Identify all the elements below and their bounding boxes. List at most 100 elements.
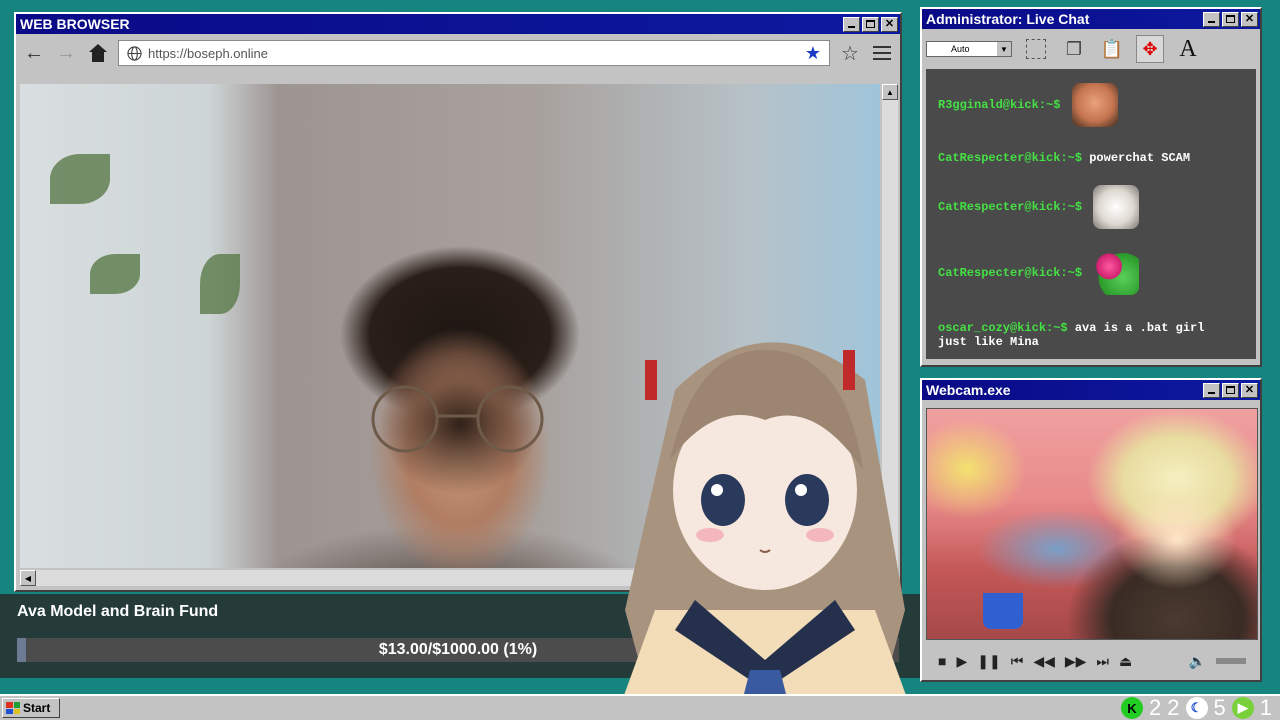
tray-count: 2 bbox=[1167, 695, 1180, 720]
hamburger-menu-icon bbox=[873, 46, 891, 60]
webcam-title: Webcam.exe bbox=[926, 382, 1011, 398]
start-label: Start bbox=[23, 701, 51, 715]
browser-navbar: ← → https://boseph.online ★ ☆ bbox=[16, 34, 900, 72]
plant-leaf bbox=[200, 254, 240, 314]
home-icon bbox=[89, 44, 107, 62]
maximize-button[interactable] bbox=[1222, 11, 1239, 27]
glasses-icon bbox=[371, 385, 544, 453]
minimize-button[interactable] bbox=[843, 16, 860, 32]
move-tool-button[interactable]: ✥ bbox=[1136, 35, 1164, 63]
fast-forward-icon[interactable]: ▶▶ bbox=[1065, 653, 1087, 670]
copy-icon: ❐ bbox=[1065, 38, 1083, 59]
chat-username: CatRespecter@kick:~$ bbox=[938, 151, 1083, 165]
minimize-button[interactable] bbox=[1203, 382, 1220, 398]
favorites-button[interactable]: ☆ bbox=[838, 41, 862, 65]
paste-icon: 📋 bbox=[1100, 38, 1124, 59]
close-icon: ✕ bbox=[1244, 383, 1255, 396]
maximize-icon bbox=[866, 20, 875, 28]
surprised-face-emote bbox=[1071, 83, 1118, 127]
webcam-window: Webcam.exe ✕ ■ ▶ ❚❚ ⏮ ◀◀ ▶▶ ⏭ ⏏ 🔈 bbox=[920, 378, 1262, 682]
frog-emote bbox=[1093, 251, 1140, 295]
windows-logo-icon bbox=[6, 702, 20, 714]
close-button[interactable]: ✕ bbox=[1241, 382, 1258, 398]
close-icon: ✕ bbox=[884, 17, 895, 30]
play-circle-icon[interactable]: ▶ bbox=[1231, 697, 1254, 719]
chat-username: CatRespecter@kick:~$ bbox=[938, 266, 1083, 281]
taskbar: Start K 2 2 ☾ 5 ▶ 1 bbox=[0, 694, 1280, 720]
skip-forward-icon[interactable]: ⏭ bbox=[1096, 653, 1109, 670]
chat-message: CatRespecter@kick:~$ powerchat SCAM bbox=[938, 151, 1190, 165]
paste-tool-button[interactable]: 📋 bbox=[1098, 35, 1126, 63]
scroll-left-icon[interactable]: ◀ bbox=[20, 570, 36, 586]
fund-title: Ava Model and Brain Fund bbox=[17, 603, 219, 620]
home-button[interactable] bbox=[86, 41, 110, 65]
chat-message: CatRespecter@kick:~$ bbox=[938, 251, 1140, 295]
marquee-select-icon bbox=[1026, 39, 1046, 59]
skip-back-icon[interactable]: ⏮ bbox=[1011, 653, 1024, 670]
browser-titlebar[interactable]: WEB BROWSER ✕ bbox=[16, 14, 900, 34]
chat-text: powerchat SCAM bbox=[1089, 151, 1191, 165]
bookmark-star-icon[interactable]: ★ bbox=[805, 43, 821, 64]
chat-title: Administrator: Live Chat bbox=[926, 11, 1090, 27]
chat-username: CatRespecter@kick:~$ bbox=[938, 200, 1083, 215]
tray-count: 1 bbox=[1259, 695, 1272, 720]
chat-username: R3gginald@kick:~$ bbox=[938, 98, 1061, 113]
chevron-down-icon: ▼ bbox=[997, 42, 1011, 56]
volume-slider[interactable] bbox=[1216, 658, 1246, 664]
system-tray: K 2 2 ☾ 5 ▶ 1 bbox=[1121, 695, 1272, 720]
address-bar[interactable]: https://boseph.online ★ bbox=[118, 40, 830, 66]
live-chat-window: Administrator: Live Chat ✕ Auto ▼ ❐ 📋 ✥ … bbox=[920, 7, 1262, 367]
kick-icon[interactable]: K bbox=[1121, 697, 1143, 719]
close-button[interactable]: ✕ bbox=[881, 16, 898, 32]
zoom-select[interactable]: Auto ▼ bbox=[926, 41, 1012, 57]
minimize-icon bbox=[1208, 392, 1215, 394]
rewind-icon[interactable]: ◀◀ bbox=[1033, 653, 1055, 670]
close-icon: ✕ bbox=[1244, 12, 1255, 25]
chat-toolbar: Auto ▼ ❐ 📋 ✥ A bbox=[922, 29, 1260, 69]
media-controls: ■ ▶ ❚❚ ⏮ ◀◀ ▶▶ ⏭ ⏏ 🔈 bbox=[926, 646, 1258, 676]
volume-icon[interactable]: 🔈 bbox=[1189, 653, 1206, 670]
webcam-titlebar[interactable]: Webcam.exe ✕ bbox=[922, 380, 1260, 400]
play-icon[interactable]: ▶ bbox=[956, 653, 967, 670]
back-arrow-icon: ← bbox=[24, 41, 44, 64]
start-button[interactable]: Start bbox=[2, 698, 60, 718]
copy-tool-button[interactable]: ❐ bbox=[1060, 35, 1088, 63]
minimize-icon bbox=[848, 26, 855, 28]
tray-count: 2 bbox=[1149, 695, 1162, 720]
close-button[interactable]: ✕ bbox=[1241, 11, 1258, 27]
forward-button[interactable]: → bbox=[54, 41, 78, 65]
font-tool-button[interactable]: A bbox=[1174, 35, 1202, 63]
chat-titlebar[interactable]: Administrator: Live Chat ✕ bbox=[922, 9, 1260, 29]
maximize-button[interactable] bbox=[1222, 382, 1239, 398]
chat-message: CatRespecter@kick:~$ bbox=[938, 185, 1140, 229]
url-text[interactable]: https://boseph.online bbox=[148, 46, 799, 61]
eject-icon[interactable]: ⏏ bbox=[1119, 653, 1132, 670]
font-icon: A bbox=[1179, 35, 1197, 62]
forward-arrow-icon: → bbox=[56, 41, 76, 64]
move-arrows-icon: ✥ bbox=[1142, 38, 1158, 59]
minimize-icon bbox=[1208, 21, 1215, 23]
star-outline-icon: ☆ bbox=[841, 42, 859, 65]
maximize-button[interactable] bbox=[862, 16, 879, 32]
plant-leaf bbox=[90, 254, 140, 294]
minimize-button[interactable] bbox=[1203, 11, 1220, 27]
browser-title: WEB BROWSER bbox=[20, 16, 130, 32]
tray-count: 5 bbox=[1213, 695, 1226, 720]
cat-emote bbox=[1093, 185, 1140, 229]
stop-icon[interactable]: ■ bbox=[938, 653, 946, 669]
vtuber-avatar bbox=[615, 342, 915, 720]
zoom-select-value: Auto bbox=[951, 44, 970, 54]
globe-icon bbox=[127, 45, 142, 61]
back-button[interactable]: ← bbox=[22, 41, 46, 65]
maximize-icon bbox=[1226, 386, 1235, 394]
chat-message: R3gginald@kick:~$ bbox=[938, 83, 1118, 127]
chat-log[interactable]: R3gginald@kick:~$ CatRespecter@kick:~$ p… bbox=[926, 69, 1256, 359]
moon-icon[interactable]: ☾ bbox=[1185, 697, 1208, 719]
select-tool-button[interactable] bbox=[1022, 35, 1050, 63]
scroll-up-icon[interactable]: ▲ bbox=[882, 84, 898, 100]
chat-message: oscar_cozy@kick:~$ ava is a .bat girl ju… bbox=[938, 321, 1238, 349]
chat-username: oscar_cozy@kick:~$ bbox=[938, 321, 1068, 335]
webcam-video bbox=[926, 408, 1258, 640]
pause-icon[interactable]: ❚❚ bbox=[977, 653, 1000, 670]
menu-button[interactable] bbox=[870, 41, 894, 65]
